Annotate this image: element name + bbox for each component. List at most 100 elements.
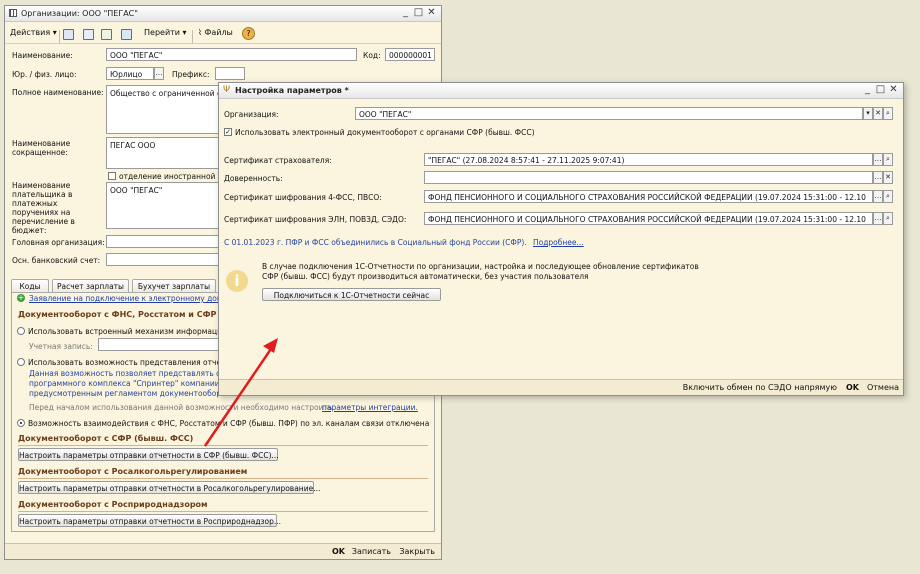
account-label: Учетная запись: xyxy=(29,342,93,351)
edit-icon[interactable] xyxy=(83,29,94,40)
sfr-section-title: Документооборот с СФР (бывш. ФСС) xyxy=(18,434,194,443)
minimize-icon[interactable]: _ xyxy=(862,84,873,95)
settings-titlebar: Ψ Настройка параметров * _ □ ✕ xyxy=(219,83,903,99)
alternative-description-line-3: предусмотренным регламентом документообо… xyxy=(29,389,231,398)
alternative-description-line-1: Данная возможность позволяет представлят… xyxy=(29,369,226,378)
builtin-mechanism-radio[interactable] xyxy=(17,327,25,335)
info-icon: i xyxy=(226,270,248,292)
short-name-value: ПЕГАС ООО xyxy=(110,141,156,150)
org-dropdown-icon[interactable]: ▾ xyxy=(863,107,873,120)
files-label: Файлы xyxy=(204,28,233,37)
settings-dialog: Ψ Настройка параметров * _ □ ✕ Организац… xyxy=(218,82,904,396)
org-clear-icon[interactable]: ✕ xyxy=(873,107,883,120)
legal-input[interactable]: Юрлицо xyxy=(106,67,154,80)
head-org-label: Головная организация: xyxy=(12,238,105,247)
ral-section-line xyxy=(18,478,428,479)
ok-button[interactable]: OK xyxy=(332,547,345,556)
dialog-ok-button[interactable]: OK xyxy=(846,383,859,392)
structure-icon[interactable] xyxy=(121,29,132,40)
merge-note: С 01.01.2023 г. ПФР и ФСС объединились в… xyxy=(224,238,527,247)
cert-eln-label: Сертификат шифрования ЭЛН, ПОВЗД, СЭДО: xyxy=(224,215,407,224)
files-button[interactable]: ⌇ Файлы xyxy=(198,28,233,37)
rpn-section-line xyxy=(18,511,428,512)
tab-codes[interactable]: Коды xyxy=(11,279,49,292)
payer-name-label: Наименование плательщика в платежных пор… xyxy=(12,181,104,235)
alternative-mechanism-radio[interactable] xyxy=(17,358,25,366)
name-input[interactable]: ООО "ПЕГАС" xyxy=(106,48,357,61)
cert-4fss-label: Сертификат шифрования 4-ФСС, ПВСО: xyxy=(224,193,382,202)
goto-menu[interactable]: Перейти ▾ xyxy=(144,28,187,37)
close-icon[interactable]: ✕ xyxy=(426,7,437,18)
org-label: Организация: xyxy=(224,110,279,119)
cert-eln-input[interactable]: ФОНД ПЕНСИОННОГО И СОЦИАЛЬНОГО СТРАХОВАН… xyxy=(424,212,873,225)
settings-footer: Включить обмен по СЭДО напрямую OK Отмен… xyxy=(219,379,903,395)
foreign-branch-checkbox[interactable] xyxy=(108,172,116,180)
full-name-value: Общество с ограниченной о xyxy=(110,89,222,98)
cert-insurer-select-icon[interactable]: … xyxy=(873,153,883,166)
goto-label: Перейти xyxy=(144,28,180,37)
disabled-exchange-radio[interactable] xyxy=(17,419,25,427)
help-icon[interactable]: ? xyxy=(242,27,255,40)
prefix-input[interactable] xyxy=(215,67,245,80)
prefix-label: Префикс: xyxy=(172,70,210,79)
sedo-direct-button[interactable]: Включить обмен по СЭДО напрямую xyxy=(683,383,837,392)
add-icon[interactable] xyxy=(63,29,74,40)
power-clear-icon[interactable]: ✕ xyxy=(883,171,893,184)
tab-payroll[interactable]: Расчет зарплаты xyxy=(52,279,129,292)
use-edo-label: Использовать электронный документооборот… xyxy=(235,128,535,137)
connect-1c-reporting-button[interactable]: Подключиться к 1С-Отчетности сейчас xyxy=(262,288,441,301)
settings-title: Настройка параметров * xyxy=(235,86,349,95)
legal-select-button[interactable]: … xyxy=(154,67,164,80)
legal-label: Юр. / физ. лицо: xyxy=(12,70,77,79)
window-app-icon xyxy=(9,9,17,17)
toolbar-separator xyxy=(59,30,60,44)
cert-insurer-input[interactable]: "ПЕГАС" (27.08.2024 8:57:41 - 27.11.2025… xyxy=(424,153,873,166)
maximize-icon[interactable]: □ xyxy=(413,7,424,18)
rpn-settings-button[interactable]: Настроить параметры отправки отчетности … xyxy=(18,514,281,527)
cert-eln-select-icon[interactable]: … xyxy=(873,212,883,225)
power-select-icon[interactable]: … xyxy=(873,171,883,184)
integration-note: Перед началом использования данной возмо… xyxy=(29,403,333,412)
copy-icon[interactable] xyxy=(101,29,112,40)
actions-label: Действия xyxy=(10,28,51,37)
account-input[interactable] xyxy=(98,338,221,351)
application-link[interactable]: Заявление на подключение к электронному … xyxy=(29,294,226,303)
add-green-icon: + xyxy=(17,293,25,302)
close-button[interactable]: Закрыть xyxy=(399,547,435,556)
short-name-label: Наименование сокращенное: xyxy=(12,139,92,157)
disabled-exchange-label: Возможность взаимодействия с ФНС, Росста… xyxy=(28,419,430,428)
foreign-branch-label: отделение иностранной ор xyxy=(119,172,228,181)
power-of-attorney-label: Доверенность: xyxy=(224,174,283,183)
actions-menu[interactable]: Действия ▾ xyxy=(10,28,57,37)
cert-insurer-search-icon[interactable]: ⌕ xyxy=(883,153,893,166)
cert-eln-search-icon[interactable]: ⌕ xyxy=(883,212,893,225)
code-input[interactable]: 000000001 xyxy=(385,48,435,61)
cert-4fss-search-icon[interactable]: ⌕ xyxy=(883,190,893,203)
info-text-line-1: В случае подключения 1С-Отчетности по ор… xyxy=(262,262,699,271)
alternative-description-line-2: программного комплекса "Спринтер" компан… xyxy=(29,379,226,388)
maximize-icon[interactable]: □ xyxy=(875,84,886,95)
window-title: Организации: ООО "ПЕГАС" xyxy=(21,9,138,18)
minimize-icon[interactable]: _ xyxy=(400,7,411,18)
short-name-text: Наименование сокращенное: xyxy=(12,139,71,157)
power-of-attorney-input[interactable] xyxy=(424,171,873,184)
close-icon[interactable]: ✕ xyxy=(888,84,899,95)
name-label: Наименование: xyxy=(12,51,73,60)
ral-settings-button[interactable]: Настроить параметры отправки отчетности … xyxy=(18,481,320,494)
integration-link[interactable]: параметры интеграции. xyxy=(322,403,418,412)
cert-4fss-input[interactable]: ФОНД ПЕНСИОННОГО И СОЦИАЛЬНОГО СТРАХОВАН… xyxy=(424,190,873,203)
cert-4fss-select-icon[interactable]: … xyxy=(873,190,883,203)
tab-payroll-accounting[interactable]: Бухучет зарплаты xyxy=(132,279,216,292)
dialog-cancel-button[interactable]: Отмена xyxy=(867,383,899,392)
sfr-settings-button[interactable]: Настроить параметры отправки отчетности … xyxy=(18,448,279,461)
toolbar-separator xyxy=(192,30,193,44)
organization-footer: OK Записать Закрыть xyxy=(5,543,441,559)
sfr-section-line xyxy=(18,445,428,446)
toolbar-divider xyxy=(5,43,441,44)
use-edo-checkbox[interactable]: ✓ xyxy=(224,128,232,136)
org-search-icon[interactable]: ⌕ xyxy=(883,107,893,120)
rpn-section-title: Документооборот с Росприроднадзором xyxy=(18,500,208,509)
write-button[interactable]: Записать xyxy=(352,547,391,556)
org-input[interactable]: ООО "ПЕГАС" xyxy=(355,107,863,120)
more-link[interactable]: Подробнее... xyxy=(533,238,584,247)
